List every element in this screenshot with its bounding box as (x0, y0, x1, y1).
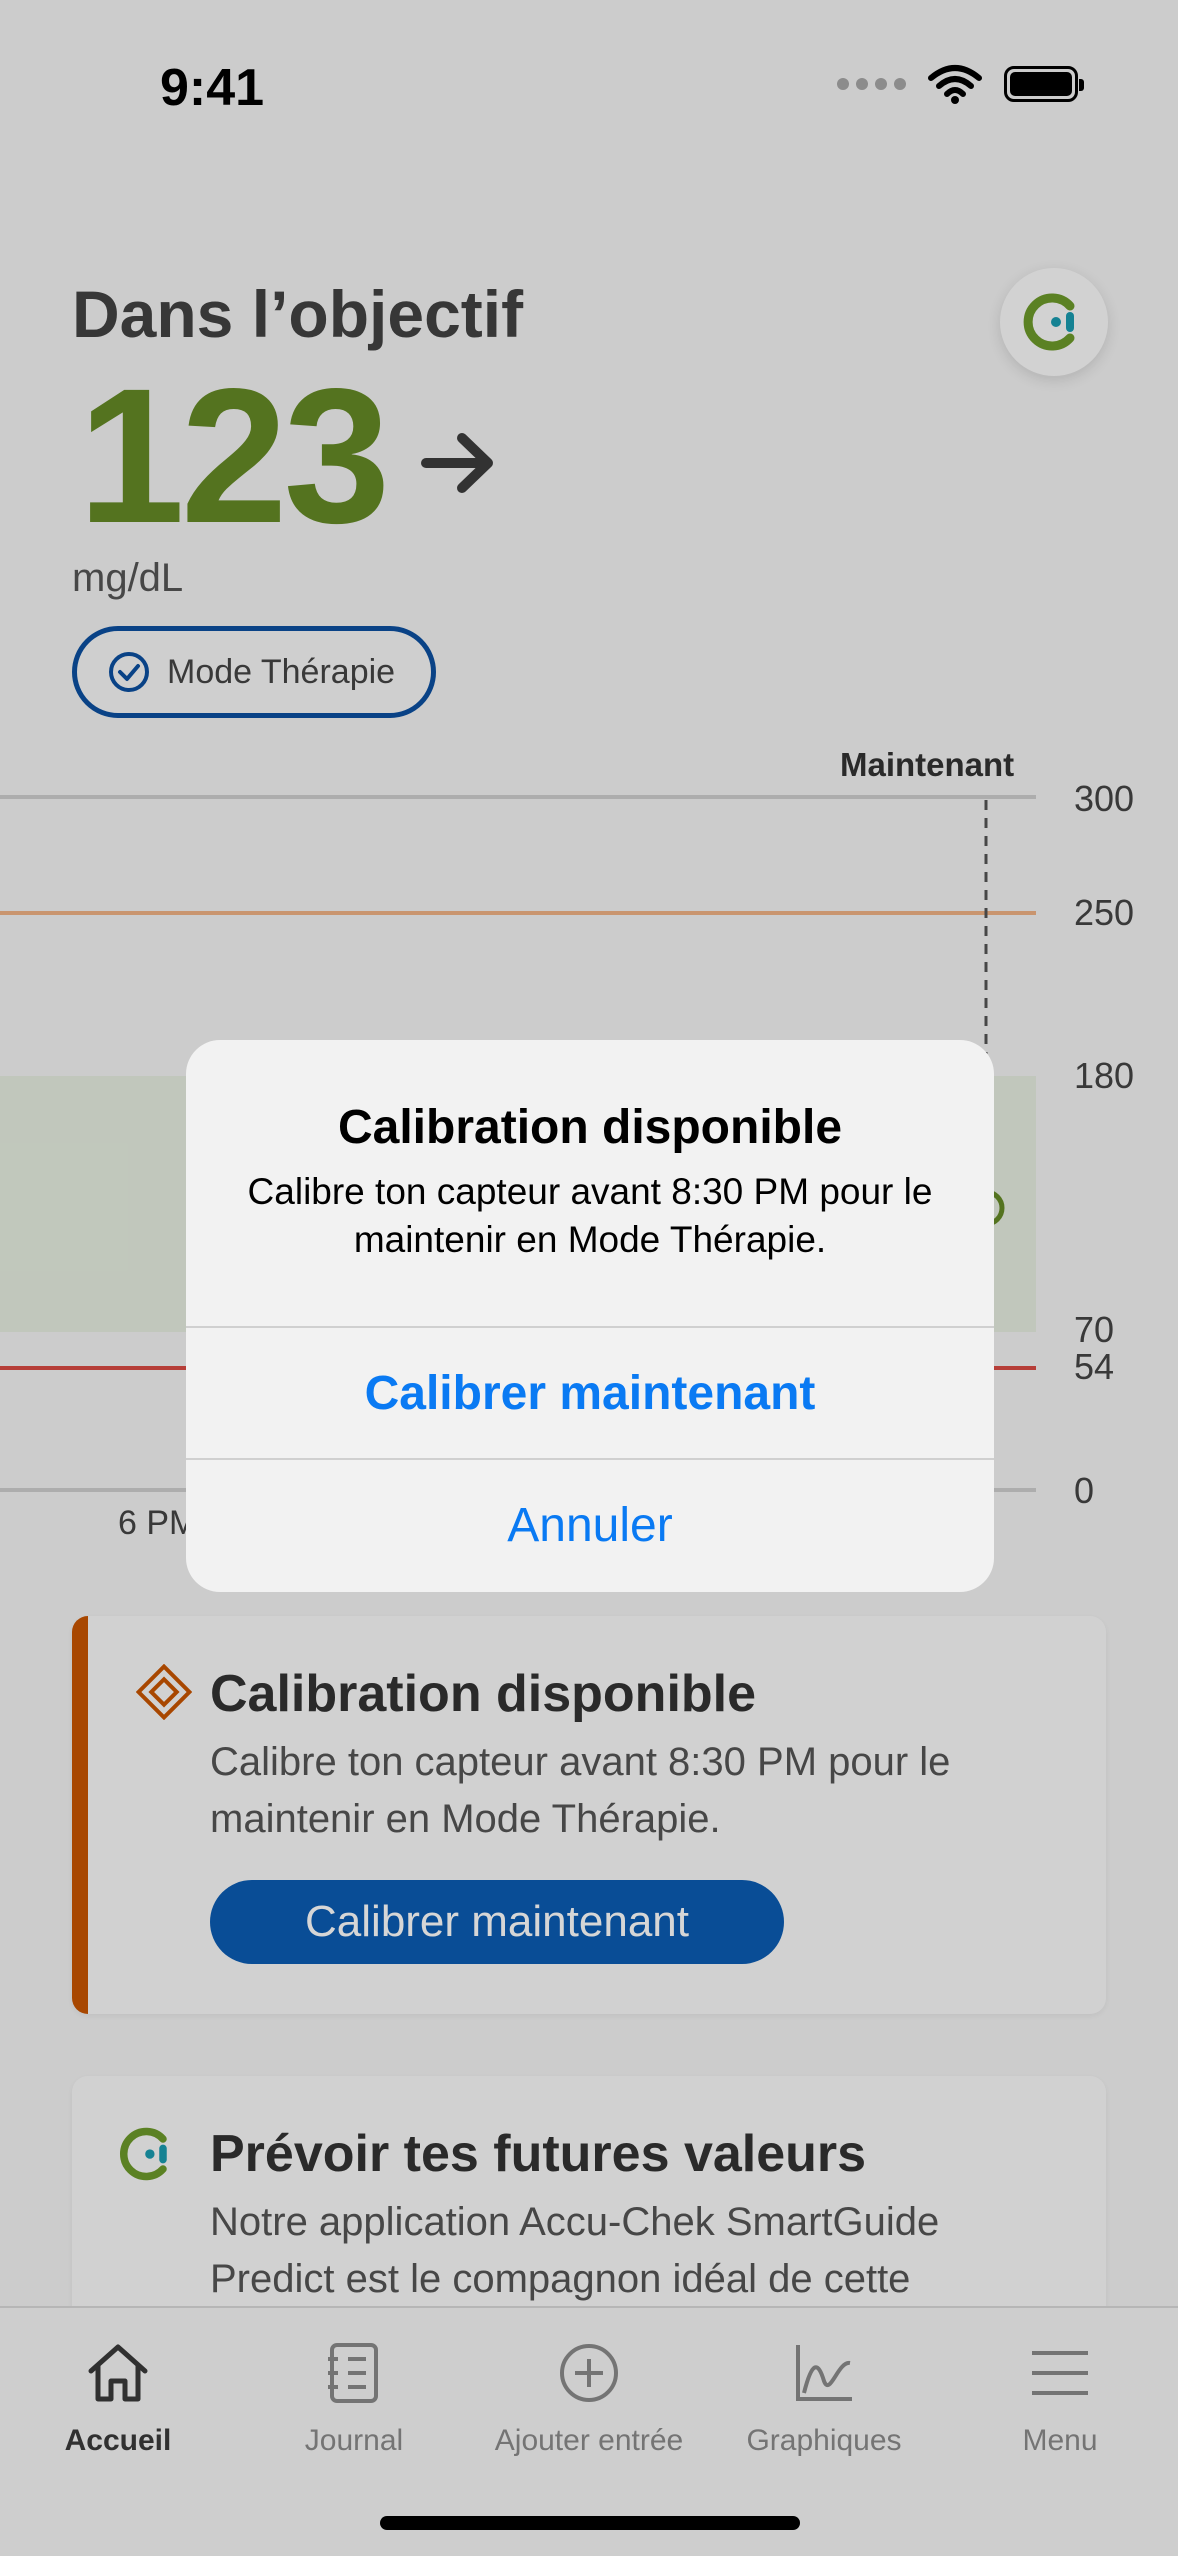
dialog-cancel-button[interactable]: Annuler (186, 1460, 994, 1590)
home-indicator[interactable] (380, 2516, 800, 2530)
calibration-alert-dialog: Calibration disponible Calibre ton capte… (186, 1040, 994, 1592)
dialog-title: Calibration disponible (337, 1101, 843, 1154)
dialog-message: Calibre ton capteur avant 8:30 PM pour l… (247, 1171, 933, 1260)
dialog-calibrate-now-button[interactable]: Calibrer maintenant (186, 1328, 994, 1458)
